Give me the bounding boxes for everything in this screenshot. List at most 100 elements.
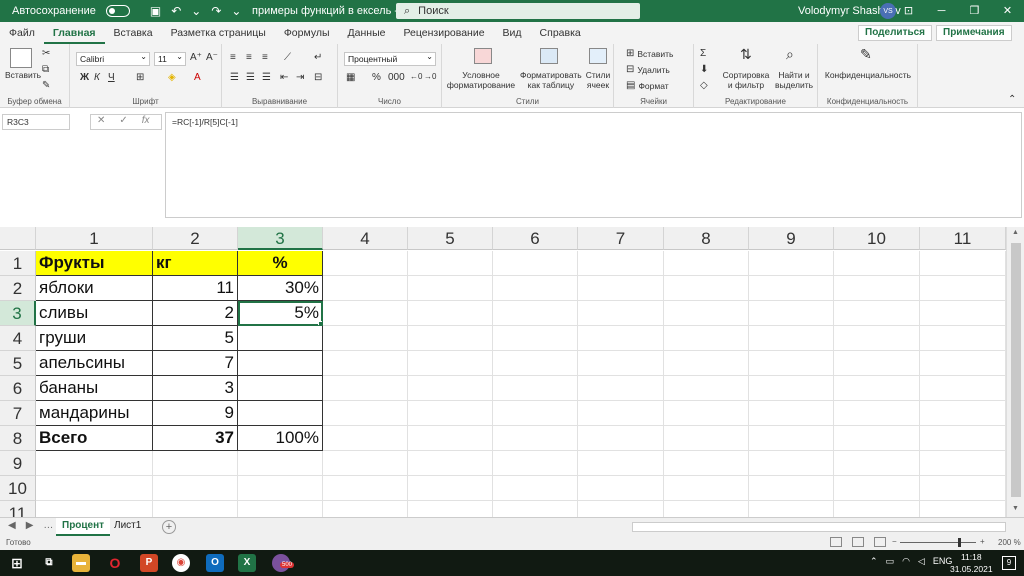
- empty-cell[interactable]: [749, 401, 834, 426]
- empty-cell[interactable]: [408, 301, 493, 326]
- cell-styles-button[interactable]: Стили ячеек: [582, 70, 614, 90]
- sheet-tab-sheet1[interactable]: Лист1: [108, 518, 147, 536]
- empty-cell[interactable]: [323, 476, 408, 501]
- table-cell[interactable]: 100%: [238, 426, 323, 451]
- row-header[interactable]: 7: [0, 401, 36, 426]
- empty-cell[interactable]: [323, 326, 408, 351]
- row-header[interactable]: 11: [0, 501, 36, 517]
- column-header[interactable]: 6: [493, 227, 578, 250]
- column-header[interactable]: 5: [408, 227, 493, 250]
- empty-cell[interactable]: [834, 326, 920, 351]
- table-cell[interactable]: [238, 401, 323, 426]
- empty-cell[interactable]: [578, 276, 664, 301]
- table-cell[interactable]: 3: [153, 376, 238, 401]
- row-header[interactable]: 5: [0, 351, 36, 376]
- row-header[interactable]: 4: [0, 326, 36, 351]
- empty-cell[interactable]: [323, 451, 408, 476]
- row-header[interactable]: 6: [0, 376, 36, 401]
- empty-cell[interactable]: [834, 376, 920, 401]
- empty-cell[interactable]: [664, 426, 749, 451]
- empty-cell[interactable]: [408, 251, 493, 276]
- table-cell[interactable]: 9: [153, 401, 238, 426]
- empty-cell[interactable]: [578, 351, 664, 376]
- delete-cells-button[interactable]: ⊟ Удалить: [626, 64, 670, 75]
- italic-icon[interactable]: К: [94, 72, 100, 83]
- sensitivity-icon[interactable]: ✎: [860, 46, 872, 63]
- table-cell[interactable]: %: [238, 251, 323, 276]
- page-layout-view-icon[interactable]: [852, 537, 864, 547]
- cell-styles-icon[interactable]: [589, 48, 607, 64]
- normal-view-icon[interactable]: [830, 537, 842, 547]
- prev-sheet-icon[interactable]: ◀: [8, 520, 16, 531]
- format-painter-icon[interactable]: ✎: [42, 80, 50, 91]
- align-top-icon[interactable]: ≡: [230, 52, 236, 63]
- table-cell[interactable]: [238, 351, 323, 376]
- name-box[interactable]: R3C3: [2, 114, 70, 130]
- decrease-decimal-icon[interactable]: →0: [424, 72, 436, 81]
- empty-cell[interactable]: [749, 251, 834, 276]
- bold-icon[interactable]: Ж: [80, 72, 89, 83]
- zoom-slider[interactable]: [900, 542, 976, 543]
- empty-cell[interactable]: [323, 401, 408, 426]
- tab-file[interactable]: Файл: [0, 22, 44, 44]
- empty-cell[interactable]: [323, 351, 408, 376]
- sort-filter-icon[interactable]: ⇅: [740, 46, 752, 63]
- empty-cell[interactable]: [749, 301, 834, 326]
- sort-filter-button[interactable]: Сортировка и фильтр: [722, 70, 770, 90]
- table-cell[interactable]: 5: [153, 326, 238, 351]
- empty-cell[interactable]: [578, 501, 664, 517]
- scrollbar-thumb[interactable]: [1011, 243, 1021, 497]
- empty-cell[interactable]: [920, 276, 1006, 301]
- powerpoint-icon[interactable]: P: [140, 554, 158, 572]
- empty-cell[interactable]: [834, 276, 920, 301]
- empty-cell[interactable]: [920, 251, 1006, 276]
- copy-icon[interactable]: ⧉: [42, 64, 49, 75]
- empty-cell[interactable]: [749, 501, 834, 517]
- column-header[interactable]: 8: [664, 227, 749, 250]
- sensitivity-button[interactable]: Конфиденциальность: [822, 70, 914, 80]
- empty-cell[interactable]: [408, 351, 493, 376]
- empty-cell[interactable]: [834, 251, 920, 276]
- empty-cell[interactable]: [408, 476, 493, 501]
- empty-cell[interactable]: [408, 401, 493, 426]
- format-cells-button[interactable]: ▤ Формат: [626, 80, 669, 91]
- empty-cell[interactable]: [664, 476, 749, 501]
- zoom-slider-knob[interactable]: [958, 538, 961, 547]
- empty-cell[interactable]: [834, 426, 920, 451]
- column-header[interactable]: 2: [153, 227, 238, 250]
- empty-cell[interactable]: [578, 476, 664, 501]
- tab-data[interactable]: Данные: [339, 22, 395, 44]
- empty-cell[interactable]: [749, 276, 834, 301]
- empty-cell[interactable]: [749, 426, 834, 451]
- empty-cell[interactable]: [664, 351, 749, 376]
- empty-cell[interactable]: [834, 476, 920, 501]
- conditional-formatting-button[interactable]: Условное форматирование: [446, 70, 516, 90]
- comma-style-icon[interactable]: 000: [388, 72, 405, 83]
- empty-cell[interactable]: [493, 401, 578, 426]
- fill-icon[interactable]: ⬇: [700, 64, 708, 75]
- restore-icon[interactable]: ❐: [958, 0, 991, 22]
- empty-cell[interactable]: [578, 401, 664, 426]
- task-view-icon[interactable]: ⧉: [40, 554, 58, 572]
- empty-cell[interactable]: [408, 376, 493, 401]
- column-header[interactable]: 1: [36, 227, 153, 250]
- empty-cell[interactable]: [664, 401, 749, 426]
- column-header[interactable]: 10: [834, 227, 920, 250]
- empty-cell[interactable]: [834, 401, 920, 426]
- empty-cell[interactable]: [153, 501, 238, 517]
- empty-cell[interactable]: [408, 426, 493, 451]
- redo-icon[interactable]: ↷: [211, 4, 221, 18]
- format-as-table-button[interactable]: Форматировать как таблицу: [520, 70, 582, 90]
- empty-cell[interactable]: [834, 501, 920, 517]
- format-as-table-icon[interactable]: [540, 48, 558, 64]
- accounting-format-icon[interactable]: ▦: [346, 72, 355, 83]
- tab-page-layout[interactable]: Разметка страницы: [162, 22, 275, 44]
- empty-cell[interactable]: [408, 276, 493, 301]
- table-cell[interactable]: Всего: [36, 426, 153, 451]
- empty-cell[interactable]: [578, 426, 664, 451]
- sheet-tab-percent[interactable]: Процент: [56, 518, 111, 536]
- empty-cell[interactable]: [153, 451, 238, 476]
- table-cell[interactable]: [238, 376, 323, 401]
- insert-function-icon[interactable]: fx: [142, 115, 150, 129]
- empty-cell[interactable]: [920, 451, 1006, 476]
